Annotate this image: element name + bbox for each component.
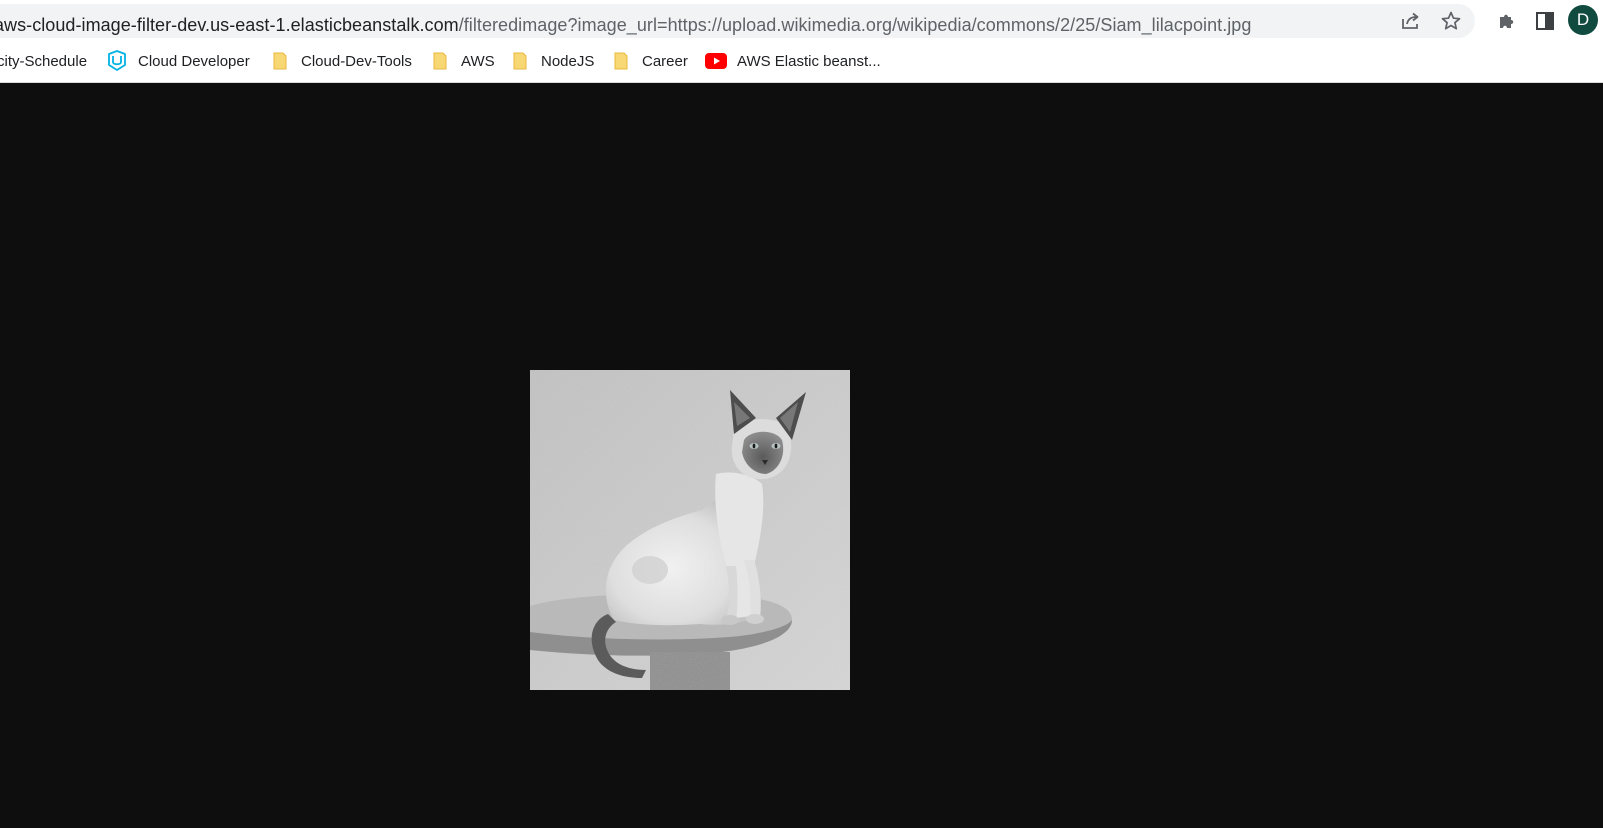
side-panel-icon[interactable]: [1530, 6, 1560, 36]
url-path: /filteredimage?image_url=https://upload.…: [458, 15, 1252, 35]
bookmark-career[interactable]: Career: [610, 46, 688, 76]
puzzle-icon[interactable]: [1492, 6, 1522, 36]
star-icon[interactable]: [1438, 8, 1464, 34]
url-text[interactable]: aws-cloud-image-filter-dev.us-east-1.ela…: [0, 14, 1251, 36]
bookmark-cloud-developer[interactable]: Cloud Developer: [106, 46, 250, 76]
url-host: aws-cloud-image-filter-dev.us-east-1.ela…: [0, 15, 459, 35]
bookmark-label: AWS: [461, 52, 495, 70]
folder-icon: [610, 50, 632, 72]
share-icon[interactable]: [1398, 8, 1424, 34]
page-viewport: [0, 83, 1603, 828]
bookmark-city-schedule[interactable]: city-Schedule: [0, 46, 87, 76]
bookmark-label: city-Schedule: [0, 52, 88, 70]
bookmark-cloud-dev-tools[interactable]: Cloud-Dev-Tools: [269, 46, 412, 76]
avatar-initial: D: [1576, 10, 1590, 29]
address-bar[interactable]: aws-cloud-image-filter-dev.us-east-1.ela…: [0, 4, 1475, 38]
bookmark-nodejs[interactable]: NodeJS: [509, 46, 594, 76]
bookmark-label: NodeJS: [541, 52, 595, 70]
folder-icon: [429, 50, 451, 72]
bookmark-label: AWS Elastic beanst...: [737, 52, 881, 70]
browser-toolbar: aws-cloud-image-filter-dev.us-east-1.ela…: [0, 0, 1603, 83]
youtube-icon: [705, 50, 727, 72]
bookmark-aws-elastic-beanstalk[interactable]: AWS Elastic beanst...: [705, 46, 881, 76]
filtered-cat-image: [530, 370, 850, 690]
bookmark-label: Career: [642, 52, 688, 70]
udacity-logo-icon: [106, 50, 128, 72]
folder-icon: [269, 50, 291, 72]
profile-avatar[interactable]: D: [1568, 5, 1598, 35]
bookmark-label: Cloud Developer: [138, 52, 250, 70]
folder-icon: [509, 50, 531, 72]
bookmarks-bar: city-Schedule Cloud Developer Cloud-Dev-…: [0, 46, 1603, 76]
bookmark-label: Cloud-Dev-Tools: [301, 52, 412, 70]
bookmark-aws[interactable]: AWS: [429, 46, 495, 76]
